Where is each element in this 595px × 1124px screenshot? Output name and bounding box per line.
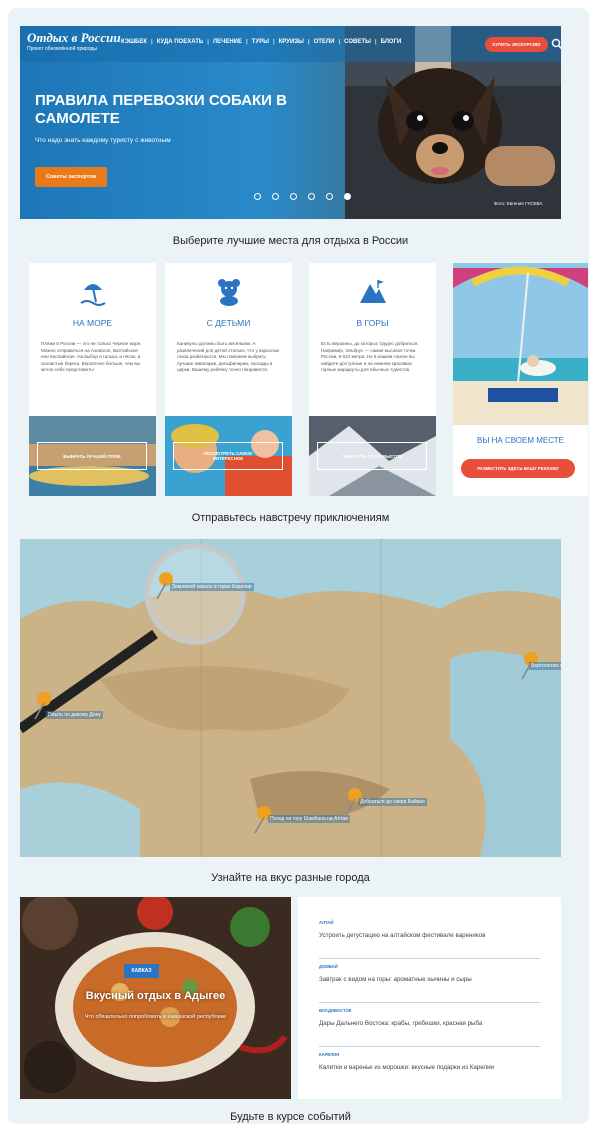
card-sea-title[interactable]: НА МОРЕ xyxy=(29,318,156,328)
search-icon[interactable] xyxy=(550,37,561,51)
teddy-bear-icon xyxy=(217,279,240,306)
nav-item-treatment[interactable]: ЛЕЧЕНИЕ xyxy=(209,39,246,45)
photo-credit: Фото: Евгения ГУСЕВА xyxy=(494,201,543,206)
pin-label-don[interactable]: Плыть по дикому Дону xyxy=(46,711,103,719)
card-sea-text: Пляжи в России — это не только Черное мо… xyxy=(41,341,142,373)
list-item[interactable]: ДОМБАЙ Завтрак с видом на горы: ароматны… xyxy=(319,964,540,1003)
card-mountains-title[interactable]: В ГОРЫ xyxy=(309,318,436,328)
slide-dot-4[interactable] xyxy=(308,193,315,200)
list-item-text[interactable]: Дары Дальнего Востока: крабы, гребешки, … xyxy=(319,1020,482,1027)
card-kids: С ДЕТЬМИ Каникулы должны быть весёлыми. … xyxy=(165,263,292,496)
nav-item-cruises[interactable]: КРУИЗЫ xyxy=(275,39,308,45)
site-logo[interactable]: Отдых в России xyxy=(27,30,121,46)
pin-label-altai[interactable]: Поход на гору Шамбала на Алтае xyxy=(268,815,351,823)
list-item-region: КАРЕЛИЯ xyxy=(319,1052,340,1057)
slide-dot-2[interactable] xyxy=(272,193,279,200)
nav-item-hotels[interactable]: ОТЕЛИ xyxy=(310,39,339,45)
nav-item-where-to-go[interactable]: КУДА ПОЕХАТЬ xyxy=(153,39,208,45)
nav-item-tours[interactable]: ТУРЫ xyxy=(248,39,273,45)
list-item-text[interactable]: Завтрак с видом на горы: ароматные хычин… xyxy=(319,976,472,983)
list-item-text[interactable]: Калитки и варенье из морошки: вкусные по… xyxy=(319,1064,494,1071)
card-sea: НА МОРЕ Пляжи в России — это не только Ч… xyxy=(29,263,156,496)
pin-label-karelia[interactable]: Земляной каньон в горах Карелии xyxy=(170,583,254,591)
nav-item-cashback[interactable]: КЭШБЕК xyxy=(117,39,151,45)
card-ad-title: ВЫ НА СВОЕМ МЕСТЕ xyxy=(476,436,564,445)
slide-dot-6[interactable] xyxy=(344,193,351,200)
hero-title[interactable]: ПРАВИЛА ПЕРЕВОЗКИ СОБАКИ В САМОЛЕТЕ xyxy=(35,92,305,128)
list-item-region: ДОМБАЙ xyxy=(319,964,338,969)
card-ad: ВЫ НА СВОЕМ МЕСТЕ РАЗМЕСТИТЬ ЗДЕСЬ ВАШУ … xyxy=(453,263,588,496)
slide-dot-1[interactable] xyxy=(254,193,261,200)
events-heading: Будьте в курсе событий xyxy=(230,1111,351,1123)
list-item-region: ВЛАДИВОСТОК xyxy=(319,1008,352,1013)
conquer-height-button[interactable]: ПОКОРИТЬ СВОЮ ВЫСОТУ xyxy=(317,442,427,470)
card-mountains-text: Есть вершины, до которых трудно добратьс… xyxy=(321,341,419,373)
hero-banner[interactable]: Отдых в России Проект обновлённой природ… xyxy=(20,26,561,219)
places-heading: Выберите лучшие места для отдыха в Росси… xyxy=(172,235,409,247)
slider-dots xyxy=(254,193,351,200)
pin-label-baikal[interactable]: Добраться до озера Байкал xyxy=(358,798,427,806)
card-mountains: В ГОРЫ Есть вершины, до которых трудно д… xyxy=(309,263,436,496)
main-nav: КЭШБЕК | КУДА ПОЕХАТЬ | ЛЕЧЕНИЕ | ТУРЫ | КРУ… xyxy=(117,39,405,45)
mountain-icon xyxy=(359,280,386,303)
see-interesting-button[interactable]: ПОСМОТРЕТЬ САМОЕ ИНТЕРЕСНОЕ xyxy=(173,442,283,470)
cities-heading: Узнайте на вкус разные города xyxy=(211,872,370,884)
nav-item-blogs[interactable]: БЛОГИ xyxy=(377,39,406,45)
adventures-heading: Отправьтесь навстречу приключениям xyxy=(191,512,390,524)
list-item[interactable]: ВЛАДИВОСТОК Дары Дальнего Востока: крабы… xyxy=(319,1008,540,1047)
adygea-feature[interactable]: КАВКАЗ Вкусный отдых в Адыгее Что обязат… xyxy=(20,897,291,1099)
city-list: АЛТАЙ Устроить дегустацию на алтайском ф… xyxy=(298,897,561,1099)
pin-label-volcano[interactable]: Вертолетом к вулкану xyxy=(529,662,561,670)
hero-subtitle: Что надо знать каждому туристу с животны… xyxy=(35,137,171,144)
region-badge[interactable]: КАВКАЗ xyxy=(124,964,159,978)
expert-tips-button[interactable]: Советы экспертов xyxy=(35,167,107,187)
logo-subtitle: Проект обновлённой природы xyxy=(27,46,98,52)
list-item-text[interactable]: Устроить дегустацию на алтайском фестива… xyxy=(319,932,485,939)
feature-subtitle: Что обязательно попробовать в кавказской… xyxy=(84,1014,227,1020)
beach-umbrella-icon xyxy=(79,284,106,306)
card-kids-text: Каникулы должны быть весёлыми. А развлеч… xyxy=(177,341,280,373)
list-item[interactable]: КАРЕЛИЯ Калитки и варенье из морошки: вк… xyxy=(319,1052,540,1090)
list-item[interactable]: АЛТАЙ Устроить дегустацию на алтайском ф… xyxy=(319,920,540,959)
list-item-region: АЛТАЙ xyxy=(319,920,334,925)
map-background xyxy=(20,539,561,857)
buy-excursion-button[interactable]: КУПИТЬ ЭКСКУРСИЮ xyxy=(485,37,548,52)
beach-ad-photo xyxy=(453,263,588,425)
card-kids-title[interactable]: С ДЕТЬМИ xyxy=(165,318,292,328)
adventure-map[interactable]: Земляной каньон в горах Карелии Вертолет… xyxy=(20,539,561,857)
slide-dot-3[interactable] xyxy=(290,193,297,200)
slide-dot-5[interactable] xyxy=(326,193,333,200)
feature-title[interactable]: Вкусный отдых в Адыгее xyxy=(20,990,291,1002)
choose-beach-button[interactable]: ВЫБРАТЬ ЛУЧШИЙ ПЛЯЖ xyxy=(37,442,147,470)
place-ad-button[interactable]: РАЗМЕСТИТЬ ЗДЕСЬ ВАШУ РЕКЛАМУ xyxy=(461,459,575,478)
nav-item-tips[interactable]: СОВЕТЫ xyxy=(340,39,375,45)
